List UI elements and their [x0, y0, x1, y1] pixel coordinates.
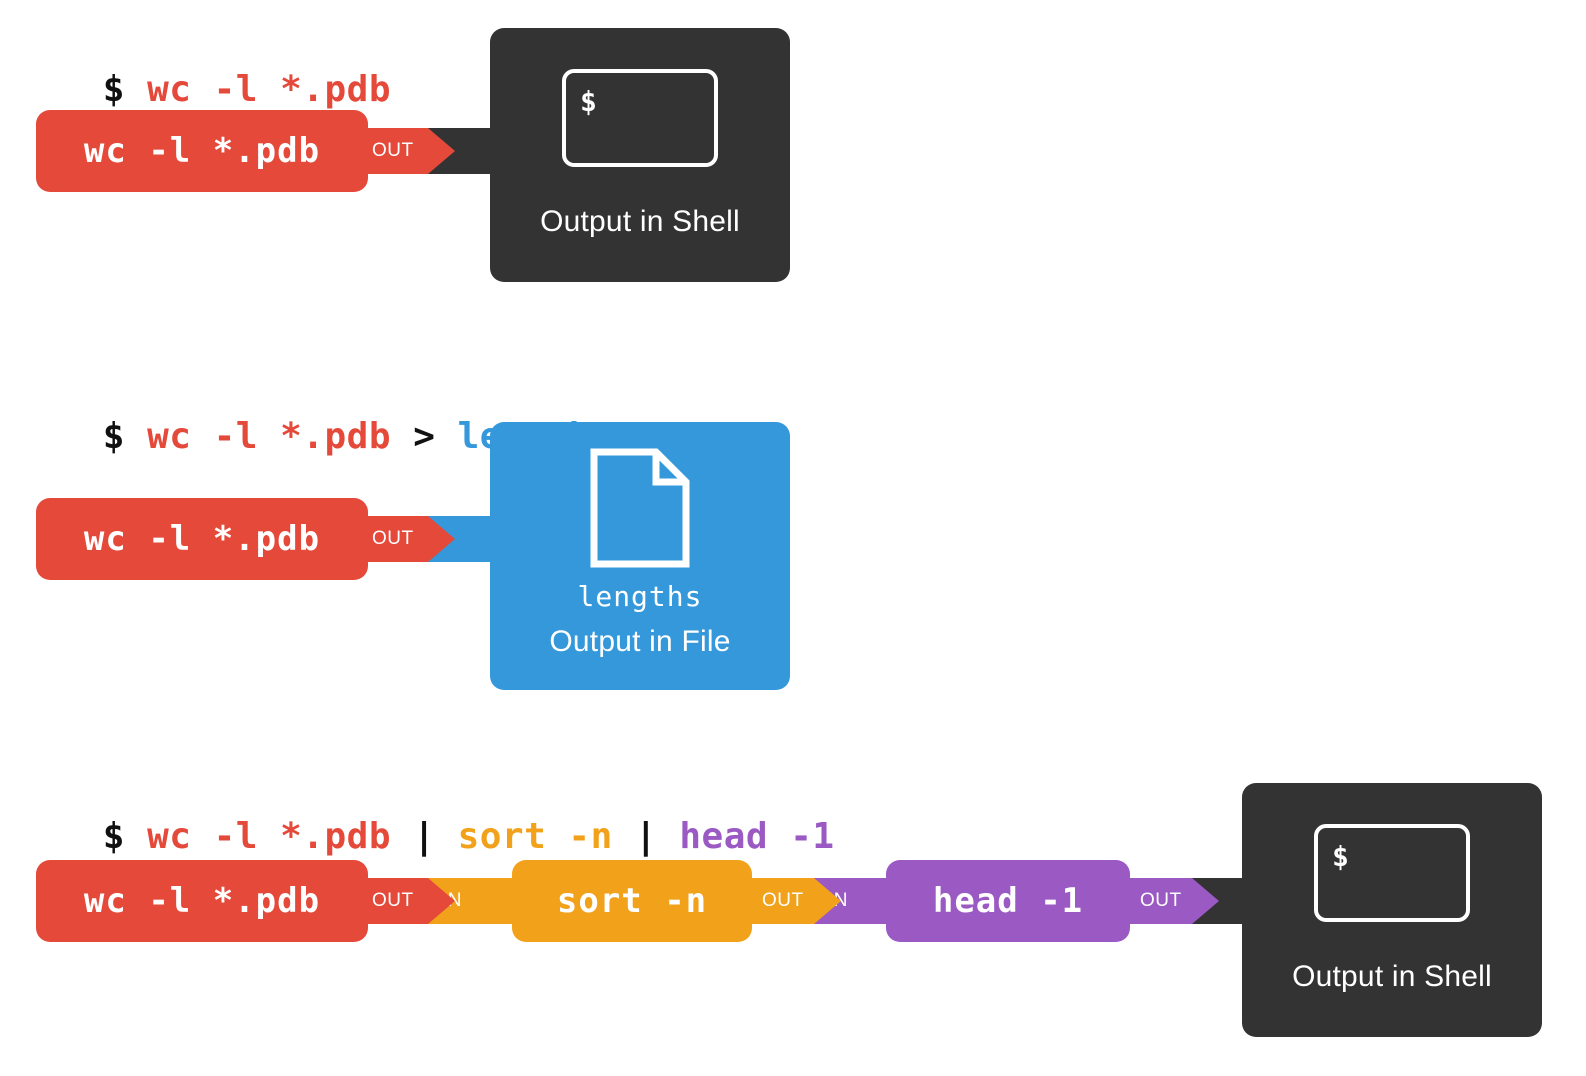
output-panel-shell-2[interactable]: $ Output in Shell	[1242, 783, 1542, 1037]
prompt-symbol: $	[102, 416, 125, 457]
output-panel-caption: Output in Shell	[1292, 960, 1492, 993]
out-tab-label: OUT	[762, 890, 804, 911]
command-token-wc: wc -l *.pdb	[147, 69, 391, 110]
prompt-symbol: $	[102, 69, 125, 110]
command-token-wc: wc -l *.pdb	[147, 816, 391, 857]
out-tab-label: OUT	[372, 890, 414, 911]
command-token-pipe-1: |	[413, 816, 436, 857]
terminal-prompt: $	[580, 85, 597, 118]
out-tab-wc-1: OUT	[362, 128, 455, 174]
command-block-label: head -1	[932, 881, 1084, 921]
command-token-wc: wc -l *.pdb	[147, 416, 391, 457]
terminal-icon: $	[562, 69, 718, 167]
arrow-head-icon	[428, 128, 455, 174]
terminal-prompt: $	[1332, 840, 1349, 873]
document-icon	[590, 448, 690, 568]
out-tab-label: OUT	[372, 528, 414, 549]
out-tab-label: OUT	[372, 140, 414, 161]
arrow-head-icon	[814, 878, 841, 924]
file-name-label: lengths	[577, 580, 703, 613]
output-panel-caption: Output in Shell	[540, 205, 740, 238]
command-block-label: wc -l *.pdb	[83, 881, 321, 921]
prompt-symbol: $	[102, 816, 125, 857]
output-panel-file[interactable]: lengths Output in File	[490, 422, 790, 690]
arrow-head-icon	[428, 878, 455, 924]
arrow-head-icon	[428, 516, 455, 562]
command-block-wc-3[interactable]: wc -l *.pdb	[36, 860, 368, 942]
out-tab-label: OUT	[1140, 890, 1182, 911]
out-tab-sort: OUT	[752, 878, 841, 924]
output-panel-shell-1[interactable]: $ Output in Shell	[490, 28, 790, 282]
output-panel-caption: Output in File	[549, 625, 731, 658]
arrow-head-icon	[1192, 878, 1219, 924]
out-tab-wc-3: OUT	[362, 878, 455, 924]
command-block-wc-2[interactable]: wc -l *.pdb	[36, 498, 368, 580]
command-block-wc-1[interactable]: wc -l *.pdb	[36, 110, 368, 192]
command-block-label: wc -l *.pdb	[83, 519, 321, 559]
command-block-head[interactable]: head -1	[886, 860, 1130, 942]
out-tab-wc-2: OUT	[362, 516, 455, 562]
command-token-sort: sort -n	[457, 816, 613, 857]
command-block-label: sort -n	[556, 881, 708, 921]
command-block-label: wc -l *.pdb	[83, 131, 321, 171]
terminal-icon: $	[1314, 824, 1470, 922]
command-token-head: head -1	[679, 816, 835, 857]
command-block-sort[interactable]: sort -n	[512, 860, 752, 942]
out-tab-head: OUT	[1130, 878, 1219, 924]
command-token-pipe-2: |	[634, 816, 658, 857]
command-token-redirect: >	[413, 416, 436, 457]
